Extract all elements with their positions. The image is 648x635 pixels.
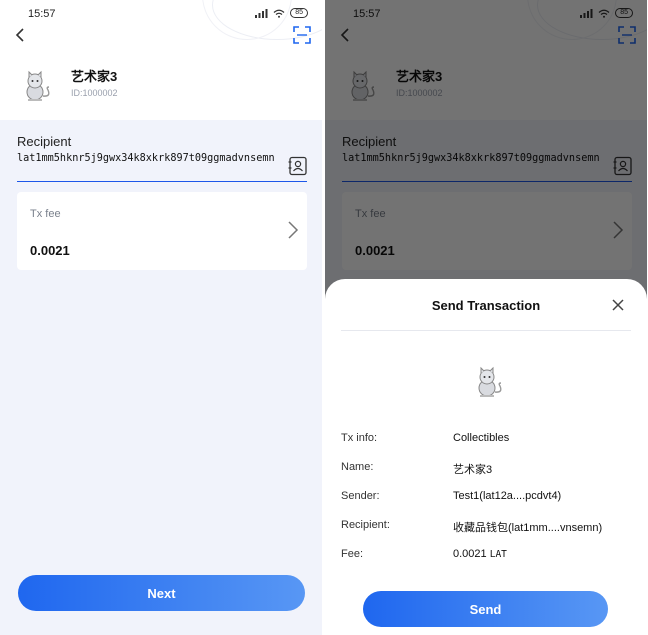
- info-label: Tx info:: [341, 432, 378, 444]
- send-confirm-screen: 15:57 85 艺术家3 ID:1000002 Recipient lat1m…: [325, 0, 647, 635]
- header: 15:57 85 艺术家3 ID:1000002: [0, 0, 322, 120]
- tx-fee-card[interactable]: Tx fee 0.0021: [17, 192, 307, 270]
- next-button[interactable]: Next: [18, 575, 305, 611]
- info-value: 艺术家3: [453, 464, 493, 476]
- recipient-label: Recipient: [17, 134, 72, 149]
- info-value: Collectibles: [453, 432, 510, 444]
- send-nft-screen: 15:57 85 艺术家3 ID:1000002 Recipient lat1m…: [0, 0, 322, 635]
- sheet-divider: [341, 330, 631, 331]
- close-icon[interactable]: [611, 298, 625, 312]
- nft-name: 艺术家3: [71, 69, 118, 84]
- info-row-recipient: Recipient: 收藏品钱包(lat1mm....vnsemn): [325, 519, 647, 535]
- fee-unit: LAT: [489, 549, 507, 560]
- info-label: Fee:: [341, 548, 364, 560]
- send-transaction-sheet: Send Transaction Tx info: Collectibles N…: [325, 279, 647, 635]
- tx-fee-value: 0.0021: [30, 243, 70, 258]
- info-value: 0.0021 LAT: [453, 548, 507, 560]
- signal-icon: [255, 8, 268, 18]
- nft-id: ID:1000002: [71, 88, 118, 98]
- info-label: Recipient:: [341, 519, 390, 531]
- status-bar: 15:57 85: [0, 0, 322, 26]
- recipient-address-input[interactable]: lat1mm5hknr5j9gwx34k8xkrk897t09ggmadvnse…: [17, 152, 285, 166]
- info-row-name: Name: 艺术家3: [325, 461, 647, 477]
- input-underline: [17, 181, 307, 182]
- nft-avatar-cat-icon: [478, 366, 502, 397]
- battery-icon: 85: [290, 8, 308, 18]
- fee-amount: 0.0021: [453, 548, 487, 560]
- info-label: Sender:: [341, 490, 380, 502]
- address-book-icon[interactable]: [288, 156, 308, 176]
- info-value: 收藏品钱包(lat1mm....vnsemn): [453, 522, 603, 534]
- info-row-fee: Fee: 0.0021 LAT: [325, 548, 647, 564]
- wifi-icon: [273, 9, 285, 18]
- chevron-right-icon: [288, 221, 299, 239]
- scan-icon[interactable]: [293, 26, 311, 44]
- info-label: Name:: [341, 461, 374, 473]
- send-button[interactable]: Send: [363, 591, 608, 627]
- status-time: 15:57: [28, 8, 56, 20]
- info-row-tx-info: Tx info: Collectibles: [325, 432, 647, 448]
- tx-fee-label: Tx fee: [30, 208, 61, 220]
- back-arrow-icon[interactable]: [13, 26, 29, 44]
- info-row-sender: Sender: Test1(lat12a....pcdvt4): [325, 490, 647, 506]
- info-value: Test1(lat12a....pcdvt4): [453, 490, 562, 502]
- sheet-title: Send Transaction: [431, 298, 541, 313]
- nft-avatar-cat-icon: [26, 70, 50, 101]
